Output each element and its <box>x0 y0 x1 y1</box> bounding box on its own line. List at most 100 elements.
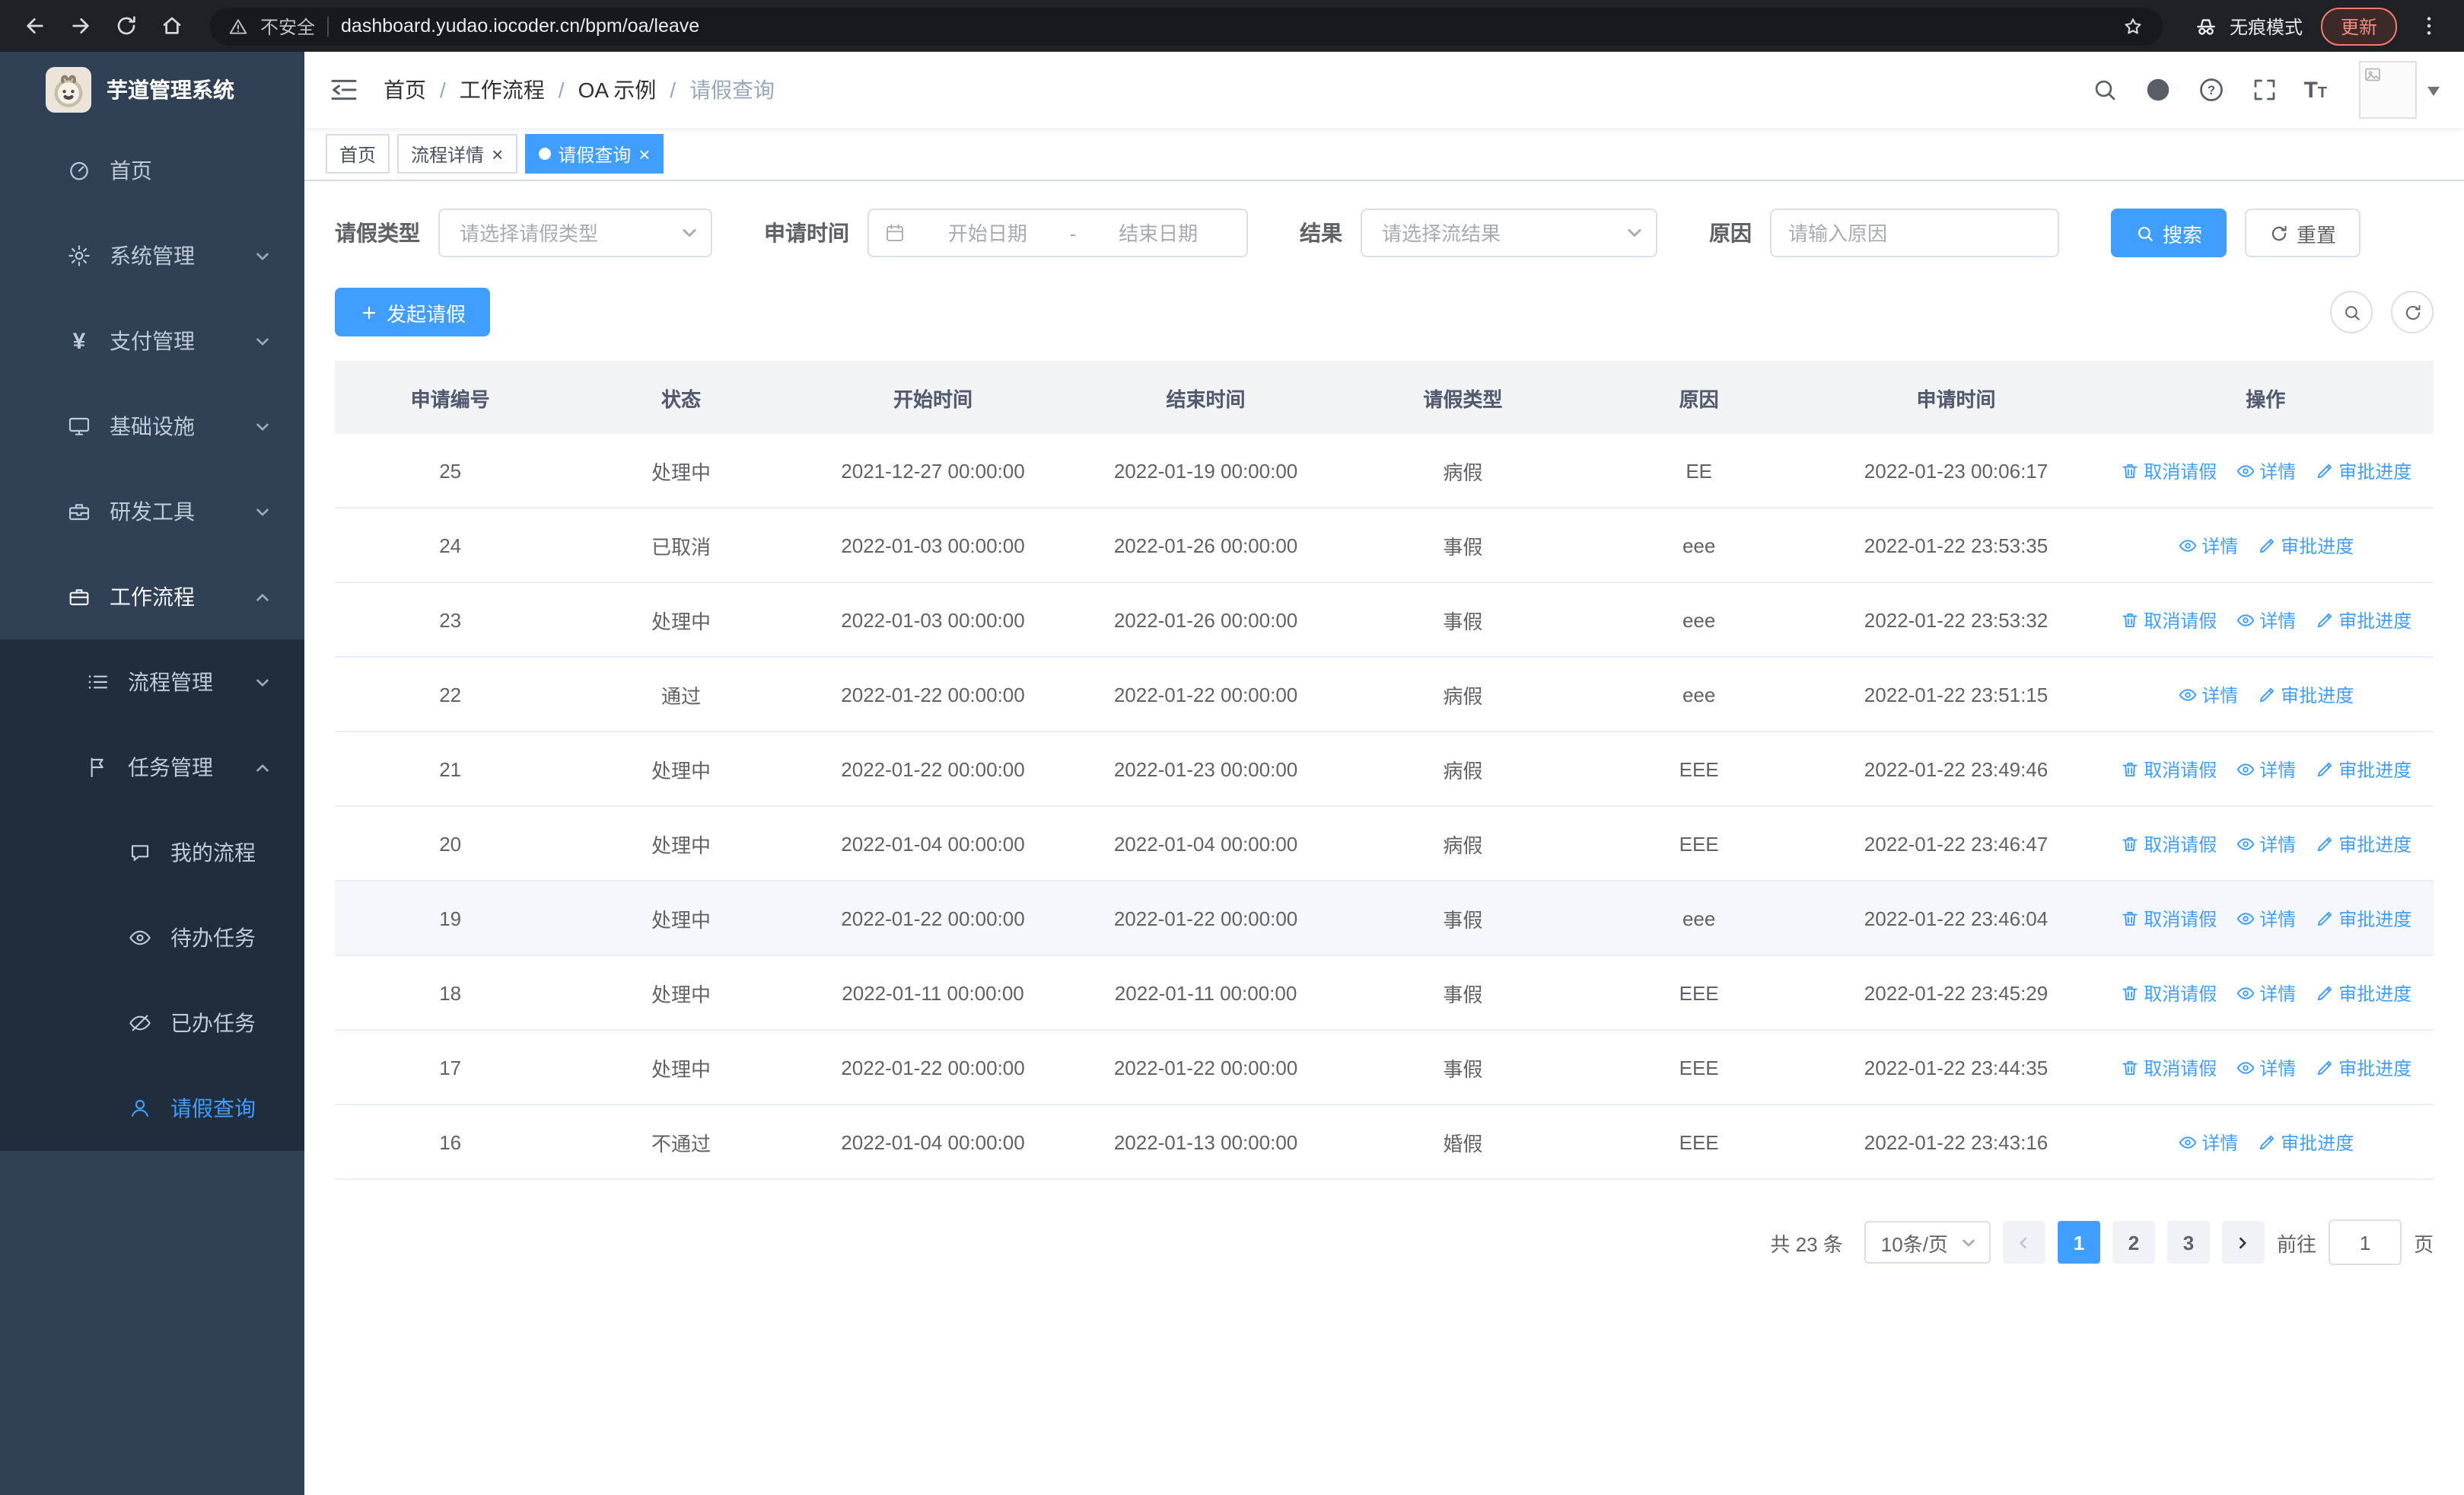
app-logo[interactable]: 芋道管理系统 <box>0 52 304 128</box>
cancel-leave-link[interactable]: 取消请假 <box>2119 607 2217 633</box>
avatar[interactable] <box>2359 61 2417 119</box>
sidebar-item-system[interactable]: 系统管理 <box>0 213 304 298</box>
browser-back-icon[interactable] <box>15 6 55 46</box>
tab-close-icon[interactable]: × <box>492 144 503 164</box>
cell-reason: eee <box>1682 608 1716 631</box>
browser-forward-icon[interactable] <box>61 6 100 46</box>
approval-progress-link[interactable]: 审批进度 <box>2256 1129 2354 1155</box>
sidebar-fold-icon[interactable] <box>329 75 359 105</box>
cell-applied: 2022-01-22 23:53:32 <box>1864 608 2049 631</box>
search-icon[interactable] <box>2090 76 2118 104</box>
security-label[interactable]: 不安全 <box>260 13 315 39</box>
edit-icon <box>2317 985 2332 1000</box>
detail-link[interactable]: 详情 <box>2177 532 2238 558</box>
create-leave-button[interactable]: 发起请假 <box>335 288 491 336</box>
reason-field[interactable] <box>1770 209 2059 257</box>
sidebar-item-process-management[interactable]: 流程管理 <box>0 639 304 725</box>
detail-link[interactable]: 详情 <box>2235 1054 2296 1080</box>
page-size-select[interactable]: 10条/页 <box>1864 1221 1991 1264</box>
page-button-2[interactable]: 2 <box>2112 1221 2155 1264</box>
eye-icon <box>2236 1061 2254 1073</box>
prev-page-button[interactable] <box>2002 1221 2045 1264</box>
detail-link[interactable]: 详情 <box>2177 681 2238 707</box>
approval-progress-link[interactable]: 审批进度 <box>2314 830 2411 856</box>
apply-time-range-picker[interactable]: - <box>867 209 1248 257</box>
sidebar-item-workflow[interactable]: 工作流程 <box>0 554 304 639</box>
approval-progress-link[interactable]: 审批进度 <box>2314 1054 2411 1080</box>
tab-close-icon[interactable]: × <box>638 144 650 164</box>
result-select[interactable] <box>1361 209 1657 257</box>
github-icon[interactable] <box>2144 76 2171 104</box>
approval-progress-link[interactable]: 审批进度 <box>2314 980 2411 1006</box>
detail-link[interactable]: 详情 <box>2235 905 2296 931</box>
tab-process-detail[interactable]: 流程详情 × <box>397 134 517 174</box>
detail-link[interactable]: 详情 <box>2235 607 2296 633</box>
page-button-1[interactable]: 1 <box>2057 1221 2100 1264</box>
approval-progress-link[interactable]: 审批进度 <box>2314 905 2411 931</box>
goto-page-input[interactable] <box>2328 1219 2402 1265</box>
sidebar-item-task-management[interactable]: 任务管理 <box>0 725 304 810</box>
approval-progress-link[interactable]: 审批进度 <box>2314 607 2411 633</box>
row-actions: 详情 审批进度 <box>2098 681 2434 707</box>
approval-progress-link[interactable]: 审批进度 <box>2314 756 2411 782</box>
font-size-icon[interactable]: TT <box>2303 77 2327 103</box>
tab-leave-query[interactable]: 请假查询 × <box>524 134 664 174</box>
end-date-input[interactable] <box>1085 220 1231 246</box>
user-menu[interactable] <box>2359 61 2440 119</box>
sidebar-item-devtools[interactable]: 研发工具 <box>0 469 304 554</box>
breadcrumb-item[interactable]: OA 示例 <box>578 75 657 105</box>
detail-link[interactable]: 详情 <box>2235 756 2296 782</box>
detail-link[interactable]: 详情 <box>2235 830 2296 856</box>
leave-type-select[interactable] <box>438 209 712 257</box>
browser-reload-icon[interactable] <box>107 6 146 46</box>
sidebar-item-payment[interactable]: ¥ 支付管理 <box>0 298 304 384</box>
cell-end: 2022-01-26 00:00:00 <box>1113 608 1298 631</box>
detail-link[interactable]: 详情 <box>2235 457 2296 483</box>
browser-home-icon[interactable] <box>152 6 192 46</box>
approval-progress-link[interactable]: 审批进度 <box>2256 681 2354 707</box>
action-label: 审批进度 <box>2338 834 2412 855</box>
cancel-leave-link[interactable]: 取消请假 <box>2119 980 2217 1006</box>
cancel-leave-link[interactable]: 取消请假 <box>2119 830 2217 856</box>
next-page-button[interactable] <box>2221 1221 2265 1264</box>
sidebar-item-leave-query[interactable]: 请假查询 <box>0 1066 304 1151</box>
fullscreen-icon[interactable] <box>2250 76 2278 104</box>
sidebar-item-todo-tasks[interactable]: 待办任务 <box>0 895 304 980</box>
cell-type: 事假 <box>1443 983 1483 1006</box>
cancel-leave-link[interactable]: 取消请假 <box>2119 1054 2217 1080</box>
help-icon[interactable]: ? <box>2197 76 2224 104</box>
leave-type-input[interactable] <box>457 220 671 246</box>
sidebar-item-done-tasks[interactable]: 已办任务 <box>0 980 304 1066</box>
address-bar[interactable]: 不安全 dashboard.yudao.iocoder.cn/bpm/oa/le… <box>210 7 2163 45</box>
edit-icon <box>2317 1060 2332 1075</box>
cancel-leave-link[interactable]: 取消请假 <box>2119 756 2217 782</box>
tab-home[interactable]: 首页 <box>326 134 390 174</box>
sidebar-item-my-process[interactable]: 我的流程 <box>0 810 304 895</box>
url-text[interactable]: dashboard.yudao.iocoder.cn/bpm/oa/leave <box>341 15 2109 37</box>
breadcrumb-item[interactable]: 工作流程 <box>460 75 545 105</box>
cell-id: 23 <box>439 608 462 631</box>
bookmark-star-icon[interactable] <box>2122 14 2144 37</box>
update-button[interactable]: 更新 <box>2320 7 2397 45</box>
detail-link[interactable]: 详情 <box>2177 1129 2238 1155</box>
toggle-search-button[interactable] <box>2330 291 2373 333</box>
eye-icon <box>2236 614 2254 626</box>
cancel-leave-link[interactable]: 取消请假 <box>2119 457 2217 483</box>
cell-applied: 2022-01-22 23:46:47 <box>1864 832 2049 855</box>
breadcrumb-item[interactable]: 首页 <box>384 75 426 105</box>
cancel-leave-link[interactable]: 取消请假 <box>2119 905 2217 931</box>
col-id: 申请编号 <box>410 387 490 410</box>
start-date-input[interactable] <box>915 220 1061 246</box>
detail-link[interactable]: 详情 <box>2235 980 2296 1006</box>
search-button[interactable]: 搜索 <box>2111 209 2227 257</box>
approval-progress-link[interactable]: 审批进度 <box>2256 532 2354 558</box>
sidebar-item-home[interactable]: 首页 <box>0 128 304 213</box>
result-input[interactable] <box>1379 220 1616 246</box>
refresh-table-button[interactable] <box>2391 291 2434 333</box>
browser-menu-icon[interactable] <box>2409 6 2449 46</box>
reset-button[interactable]: 重置 <box>2245 209 2361 257</box>
approval-progress-link[interactable]: 审批进度 <box>2314 457 2411 483</box>
page-button-3[interactable]: 3 <box>2166 1221 2210 1264</box>
reason-input[interactable] <box>1772 222 2058 244</box>
sidebar-item-infrastructure[interactable]: 基础设施 <box>0 384 304 469</box>
